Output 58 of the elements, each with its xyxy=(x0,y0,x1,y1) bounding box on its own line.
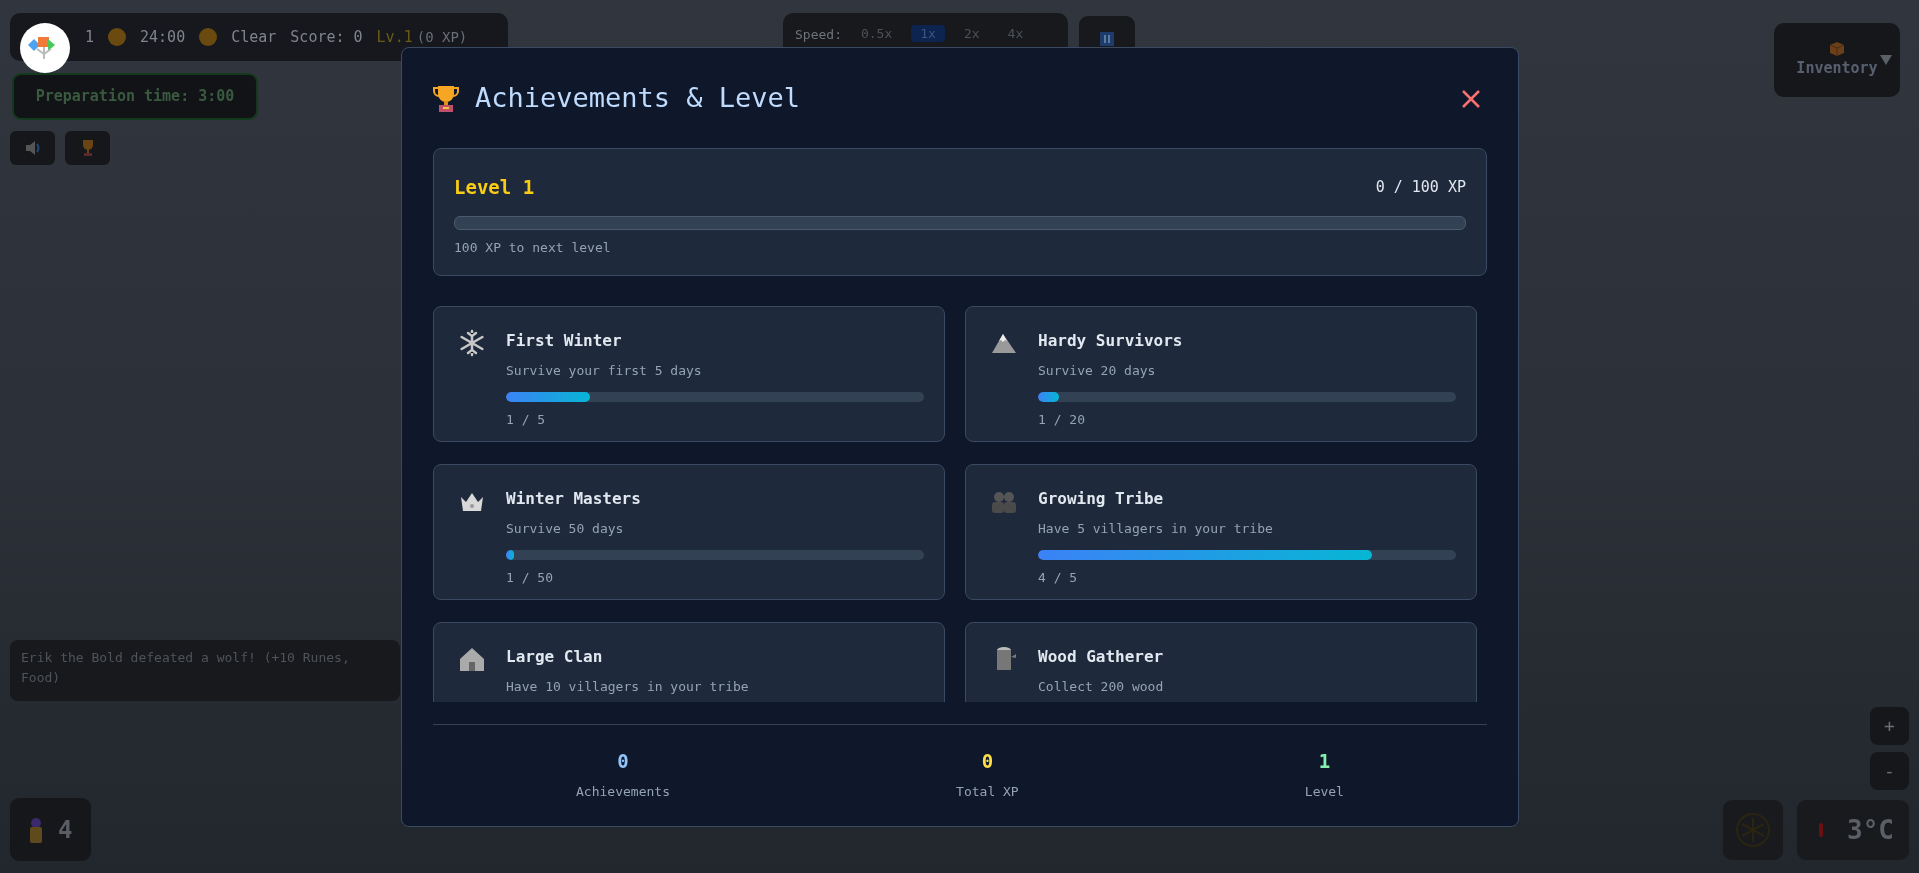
box-icon xyxy=(1829,40,1845,57)
speed-option[interactable]: 4x xyxy=(998,25,1033,42)
achievement-description: Survive 20 days xyxy=(1038,362,1157,380)
xp-progress-text: 0 / 100 XP xyxy=(1375,177,1466,198)
villager-count: 4 xyxy=(58,814,73,846)
achievement-name: Growing Tribe xyxy=(1038,488,1165,510)
level-text: Lv.1 xyxy=(376,26,413,48)
achievement-description: Survive your first 5 days xyxy=(506,362,703,380)
achievement-name: Large Clan xyxy=(506,646,604,668)
achievement-name: Wood Gatherer xyxy=(1038,646,1165,668)
stat-value: 1 xyxy=(1318,749,1331,774)
day-text: 1 xyxy=(85,26,95,48)
sun-icon xyxy=(108,28,127,46)
trophy-icon xyxy=(433,84,459,112)
temperature-text: 3°C xyxy=(1847,813,1894,847)
caret-icon xyxy=(1880,55,1892,65)
stat-value: 0 xyxy=(981,749,994,774)
zoom-in-button[interactable]: + xyxy=(1870,707,1909,745)
dialog-title: Achievements & Level xyxy=(475,81,801,115)
weather-text: Clear xyxy=(231,26,277,48)
villager-icon xyxy=(28,816,44,843)
speed-label: Speed: xyxy=(795,26,842,44)
achievement-progress-text: 1 / 5 xyxy=(506,410,547,429)
time-text: 24:00 xyxy=(140,26,186,48)
achievements-button[interactable] xyxy=(65,131,110,165)
speed-option[interactable]: 0.5x xyxy=(851,25,902,42)
pause-icon xyxy=(1100,32,1114,46)
achievement-name: Winter Masters xyxy=(506,488,642,510)
achievement-description: Have 10 villagers in your tribe xyxy=(506,678,750,696)
xp-text: (0 XP) xyxy=(416,27,468,47)
close-icon xyxy=(1461,88,1481,109)
next-level-hint: 100 XP to next level xyxy=(454,238,612,257)
achievement-name: Hardy Survivors xyxy=(1038,330,1184,352)
preparation-timer: Preparation time: 3:00 xyxy=(12,73,258,120)
achievement-description: Survive 50 days xyxy=(506,520,625,538)
achievement-progress-text: 1 / 20 xyxy=(1038,410,1086,429)
stat-value: 0 xyxy=(617,749,629,774)
speed-option[interactable]: 2x xyxy=(954,25,989,42)
stat-label: Level xyxy=(1304,782,1344,801)
stat-label: Total XP xyxy=(956,782,1019,801)
level-title: Level 1 xyxy=(454,175,535,200)
score-text: Score: 0 xyxy=(290,26,363,48)
log-line: Erik the Bold defeated a wolf! (+10 Runes, xyxy=(21,649,351,667)
zoom-out-button[interactable]: - xyxy=(1870,752,1909,790)
speaker-icon xyxy=(23,140,42,156)
achievement-description: Collect 200 wood xyxy=(1038,678,1165,696)
achievement-description: Have 5 villagers in your tribe xyxy=(1038,520,1274,538)
sun-icon xyxy=(199,28,218,46)
thermometer-icon xyxy=(1819,823,1823,837)
sound-button[interactable] xyxy=(10,131,55,165)
achievement-name: First Winter xyxy=(506,330,623,352)
inventory-button[interactable]: Inventory xyxy=(1774,23,1900,97)
log-line: Food) xyxy=(21,669,62,687)
achievement-progress-text: 1 / 50 xyxy=(506,568,554,587)
snowflake-icon xyxy=(458,329,486,357)
achievement-progress-text: 4 / 5 xyxy=(1038,568,1079,587)
stat-label: Achievements xyxy=(576,782,670,801)
house-icon xyxy=(458,645,486,673)
